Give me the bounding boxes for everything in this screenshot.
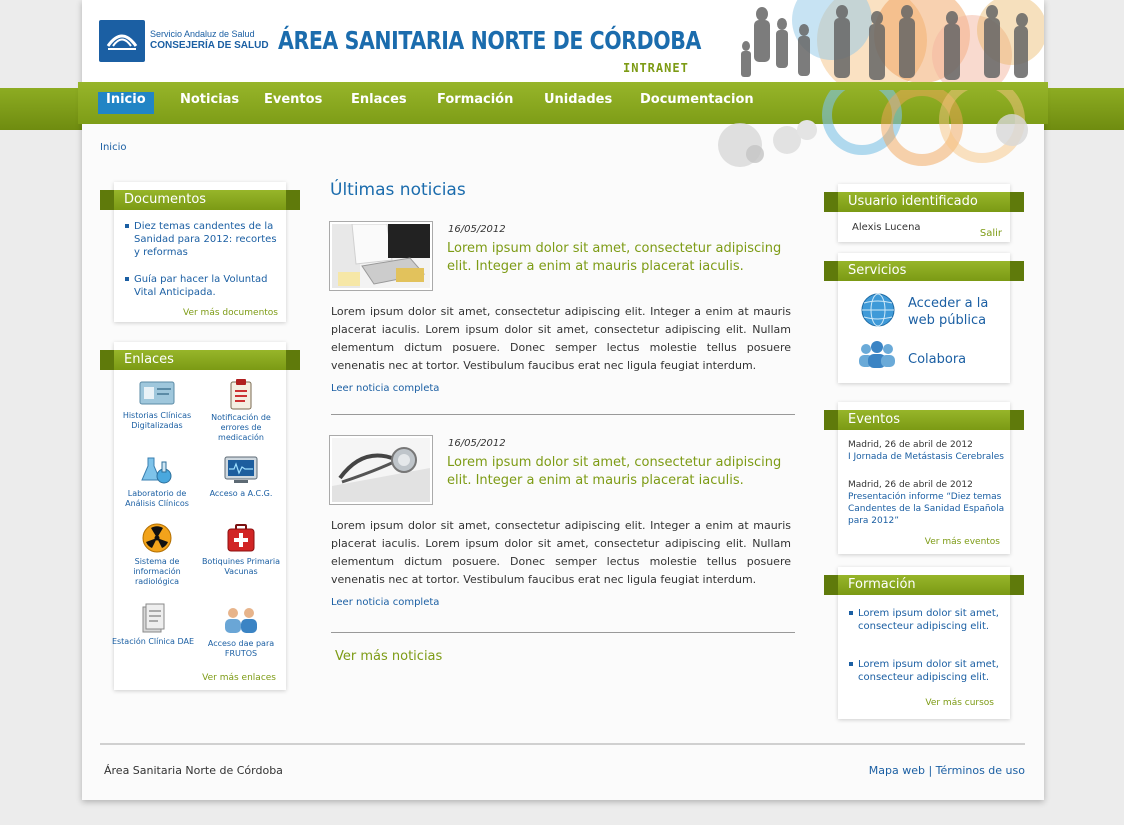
- leer-noticia-link[interactable]: Leer noticia completa: [331, 597, 439, 608]
- nav-item-enlaces[interactable]: Enlaces: [351, 92, 407, 114]
- bullet-icon: [125, 224, 129, 228]
- junta-emblem-icon: [106, 34, 138, 50]
- logout-link[interactable]: Salir: [980, 228, 1002, 239]
- eventos-title: Eventos: [848, 412, 900, 427]
- documento-item[interactable]: Guía par hacer la Voluntad Vital Anticip…: [125, 273, 284, 299]
- enlace-laboratorio[interactable]: Laboratorio de Análisis Clínicos: [114, 454, 200, 509]
- usuario-box: Usuario identificado Alexis Lucena Salir: [824, 184, 1024, 242]
- footer-links[interactable]: Mapa web | Términos de uso: [869, 764, 1025, 777]
- people-icon: [859, 341, 895, 368]
- documentos-title: Documentos: [124, 192, 207, 207]
- news-body: Lorem ipsum dolor sit amet, consectetur …: [331, 519, 791, 586]
- ver-mas-eventos-link[interactable]: Ver más eventos: [925, 537, 1000, 547]
- news-title[interactable]: Lorem ipsum dolor sit amet, consectetur …: [447, 454, 807, 490]
- news-thumbnail[interactable]: [329, 221, 433, 291]
- evento-title[interactable]: I Jornada de Metástasis Cerebrales: [848, 451, 1008, 463]
- ver-mas-enlaces-link[interactable]: Ver más enlaces: [202, 673, 276, 683]
- site-title: ÁREA SANITARIA NORTE DE CÓRDOBA: [278, 26, 701, 55]
- enlaces-box: Enlaces Historias Clínicas Digitalizadas…: [100, 342, 300, 690]
- decorative-bubbles: [718, 90, 1028, 167]
- header-people-illustration: [741, 0, 1044, 82]
- enlace-estacion-clinica[interactable]: Estación Clínica DAE: [110, 602, 196, 647]
- users-icon: [225, 608, 257, 633]
- nav-item-eventos[interactable]: Eventos: [264, 92, 322, 114]
- news-date: 16/05/2012: [448, 224, 506, 235]
- news-title[interactable]: Lorem ipsum dolor sit amet, consectetur …: [447, 240, 807, 276]
- logo-line-1: Servicio Andaluz de Salud: [150, 29, 255, 39]
- evento-date: Madrid, 26 de abril de 2012: [848, 480, 973, 490]
- id-card-icon: [139, 381, 175, 405]
- eventos-box: Eventos Madrid, 26 de abril de 2012 I Jo…: [824, 402, 1024, 554]
- footer-site-name: Área Sanitaria Norte de Córdoba: [104, 764, 283, 777]
- news-heading: Últimas noticias: [330, 180, 466, 200]
- ver-mas-documentos-link[interactable]: Ver más documentos: [183, 308, 278, 318]
- nav-item-noticias[interactable]: Noticias: [180, 92, 239, 114]
- evento-title[interactable]: Presentación informe “Diez temas Candent…: [848, 491, 1008, 527]
- enlace-acceso-dae-frutos[interactable]: Acceso dae para FRUTOS: [198, 604, 284, 659]
- formacion-ribbon: Formación: [824, 575, 1024, 595]
- nav-item-formacion[interactable]: Formación: [437, 92, 513, 114]
- site-header: Servicio Andaluz de Salud CONSEJERÍA DE …: [82, 0, 1044, 82]
- monitor-icon: [224, 456, 258, 483]
- document-icon: [142, 603, 165, 633]
- nav-band-left: [0, 88, 82, 130]
- news-divider: [331, 414, 795, 415]
- ver-mas-cursos-link[interactable]: Ver más cursos: [925, 698, 994, 708]
- servicios-ribbon: Servicios: [824, 261, 1024, 281]
- first-aid-icon: [227, 524, 255, 552]
- enlaces-ribbon: Enlaces: [100, 350, 300, 370]
- nav-item-unidades[interactable]: Unidades: [544, 92, 612, 114]
- footer-divider: [100, 743, 1025, 745]
- formacion-item[interactable]: Lorem ipsum dolor sit amet, consecteur a…: [849, 607, 1004, 633]
- formacion-item[interactable]: Lorem ipsum dolor sit amet, consecteur a…: [849, 658, 1004, 684]
- enlace-acceso-acg[interactable]: Acceso a A.C.G.: [198, 454, 284, 499]
- acceder-web-publica-link[interactable]: Acceder a la web pública: [908, 295, 1008, 329]
- enlace-botiquines[interactable]: Botiquines Primaria Vacunas: [198, 522, 284, 577]
- site-subtitle: INTRANET: [623, 61, 689, 75]
- bullet-icon: [849, 662, 853, 666]
- breadcrumb[interactable]: Inicio: [100, 142, 126, 153]
- news-divider: [331, 632, 795, 633]
- news-thumbnail[interactable]: [329, 435, 433, 505]
- enlace-historias-clinicas[interactable]: Historias Clínicas Digitalizadas: [114, 378, 200, 431]
- news-body: Lorem ipsum dolor sit amet, consectetur …: [331, 305, 791, 372]
- stethoscope-image: [332, 438, 430, 502]
- documentos-ribbon: Documentos: [100, 190, 300, 210]
- news-date: 16/05/2012: [448, 438, 506, 449]
- bullet-icon: [125, 277, 129, 281]
- globe-icon: [861, 293, 895, 327]
- enlaces-title: Enlaces: [124, 352, 174, 367]
- usuario-ribbon: Usuario identificado: [824, 192, 1024, 212]
- formacion-title: Formación: [848, 577, 916, 592]
- logo-line-2: CONSEJERÍA DE SALUD: [150, 40, 269, 51]
- user-name: Alexis Lucena: [852, 222, 921, 233]
- documento-item[interactable]: Diez temas candentes de la Sanidad para …: [125, 220, 284, 259]
- leer-noticia-link[interactable]: Leer noticia completa: [331, 383, 439, 394]
- clipboard-icon: [230, 379, 252, 410]
- junta-logo[interactable]: [99, 20, 145, 62]
- bullet-icon: [849, 611, 853, 615]
- servicios-box: Servicios Acceder a la web pública Colab…: [824, 253, 1024, 383]
- servicios-title: Servicios: [848, 263, 907, 278]
- enlace-sistema-radiologica[interactable]: Sistema de información radiológica: [114, 522, 200, 587]
- ver-mas-noticias-link[interactable]: Ver más noticias: [335, 649, 442, 664]
- evento-date: Madrid, 26 de abril de 2012: [848, 440, 973, 450]
- eventos-ribbon: Eventos: [824, 410, 1024, 430]
- page-container: Servicio Andaluz de Salud CONSEJERÍA DE …: [78, 0, 1048, 800]
- colabora-link[interactable]: Colabora: [908, 351, 966, 368]
- enlace-notificacion-errores[interactable]: Notificación de errores de medicación: [198, 378, 284, 443]
- flask-icon: [141, 457, 172, 484]
- usuario-title: Usuario identificado: [848, 194, 978, 209]
- formacion-box: Formación Lorem ipsum dolor sit amet, co…: [824, 567, 1024, 719]
- nav-band-right: [1044, 88, 1124, 130]
- doctor-laptop-image: [332, 223, 430, 288]
- nav-item-inicio[interactable]: Inicio: [98, 92, 154, 114]
- radiation-icon: [142, 523, 172, 553]
- documentos-box: Documentos Diez temas candentes de la Sa…: [100, 182, 300, 322]
